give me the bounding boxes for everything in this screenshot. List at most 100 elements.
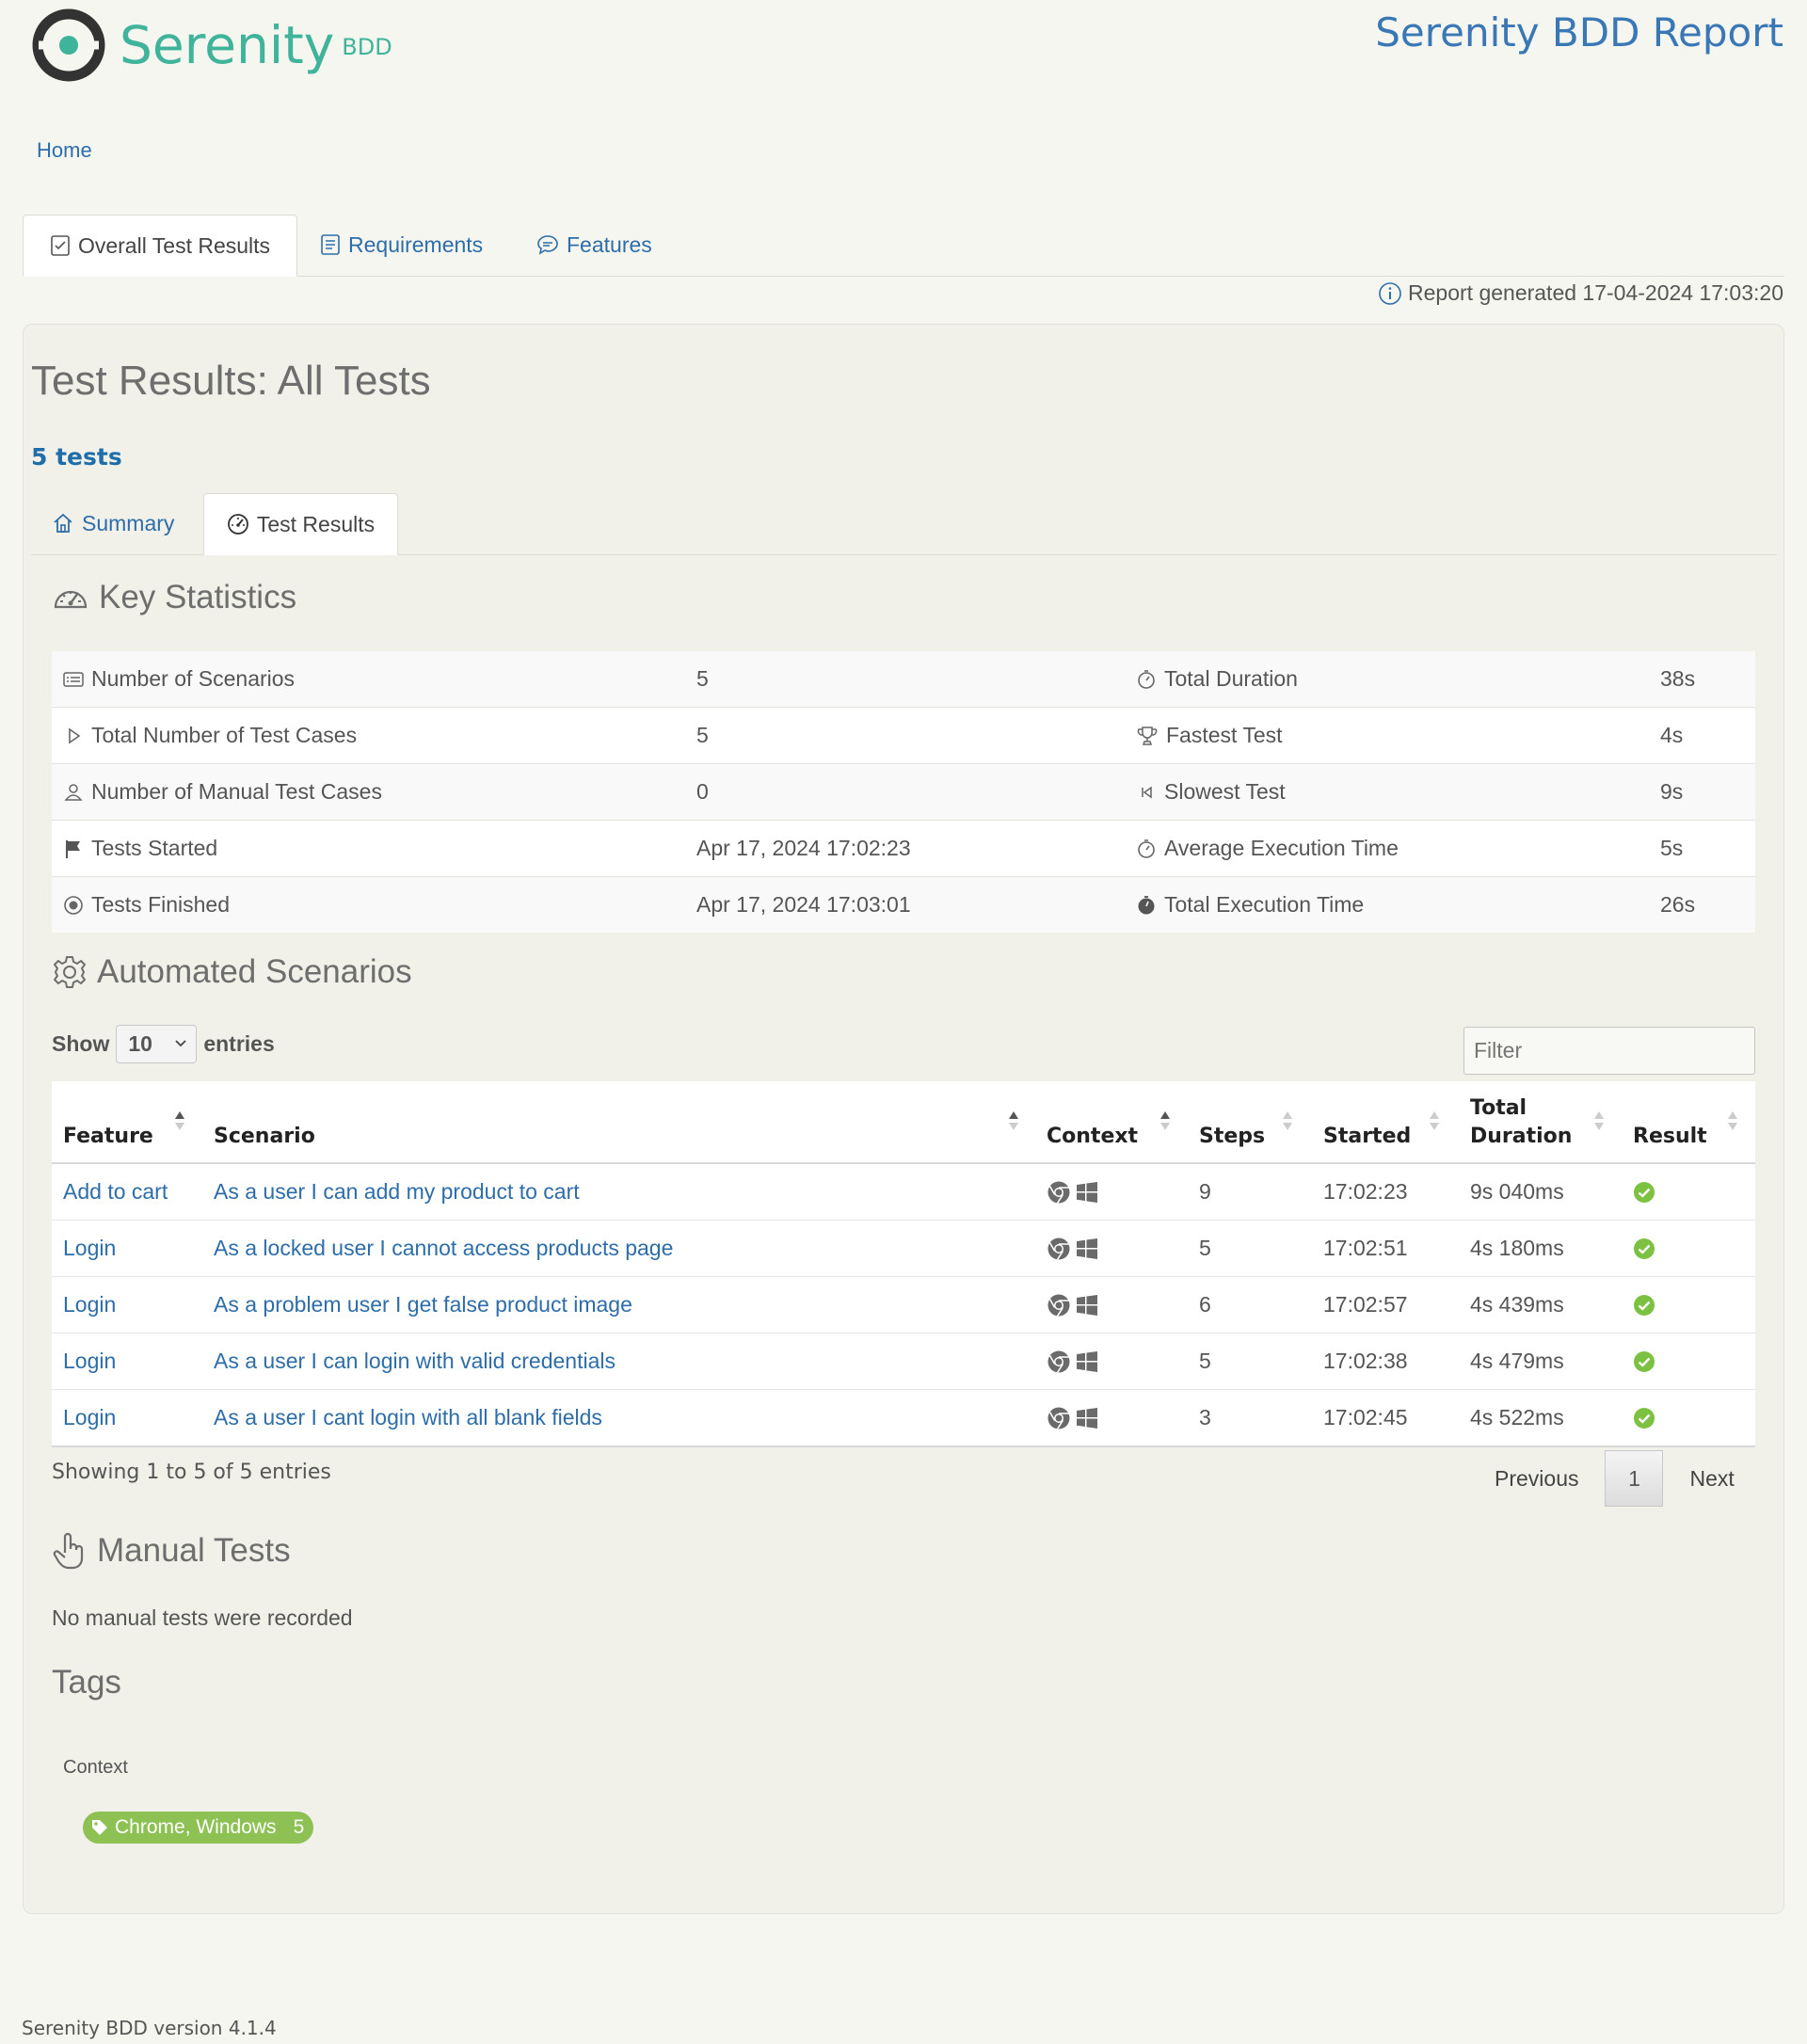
scenario-link[interactable]: As a locked user I cannot access product…: [214, 1221, 673, 1276]
stat-value: 5: [696, 666, 709, 691]
scenario-link[interactable]: As a user I can login with valid credent…: [214, 1333, 616, 1389]
stat-label-cell: Number of Manual Test Cases: [63, 764, 382, 820]
stat-label-cell: Number of Scenarios: [63, 651, 295, 707]
stat-row: Tests Finished Apr 17, 2024 17:03:01 Tot…: [52, 877, 1755, 933]
stat-row: Number of Manual Test Cases 0 Slowest Te…: [52, 764, 1755, 821]
table-row: Add to cart As a user I can add my produ…: [52, 1164, 1755, 1221]
logo-sub: BDD: [342, 34, 392, 60]
sort-icon[interactable]: [1727, 1110, 1738, 1132]
windows-icon: [1077, 1407, 1097, 1429]
started-cell: 17:02:38: [1323, 1349, 1408, 1373]
skip-back-icon: [1142, 786, 1152, 798]
tag-icon: [92, 1820, 107, 1835]
sort-icon[interactable]: [1282, 1110, 1293, 1132]
sort-icon[interactable]: [174, 1110, 185, 1132]
serenity-logo: Serenity BDD: [31, 8, 392, 83]
tab-overall-test-results[interactable]: Overall Test Results: [23, 215, 297, 277]
chrome-icon: [1047, 1238, 1070, 1260]
tab-summary[interactable]: Summary: [52, 493, 174, 553]
manual-tests-message: No manual tests were recorded: [52, 1605, 353, 1630]
table-row: Login As a locked user I cannot access p…: [52, 1221, 1755, 1277]
checklist-icon: [51, 235, 70, 256]
windows-icon: [1077, 1294, 1097, 1316]
sort-icon[interactable]: [1159, 1110, 1171, 1132]
stopwatch-icon: [1138, 669, 1155, 689]
duration-cell: 4s 180ms: [1470, 1236, 1564, 1260]
tag-label: Chrome, Windows: [115, 1816, 277, 1838]
feature-link[interactable]: Login: [63, 1390, 116, 1445]
entries-label: entries: [203, 1031, 275, 1056]
stat-label: Total Duration: [1164, 666, 1298, 691]
feature-link[interactable]: Add to cart: [63, 1164, 168, 1220]
col-context[interactable]: Context: [1047, 1123, 1138, 1151]
col-total-duration[interactable]: Total Duration: [1470, 1094, 1572, 1151]
col-total-duration-line2: Duration: [1470, 1125, 1573, 1148]
previous-button[interactable]: Previous: [1468, 1466, 1605, 1492]
stat-value: Apr 17, 2024 17:02:23: [696, 836, 911, 860]
tag-chrome-windows[interactable]: Chrome, Windows 5: [83, 1812, 314, 1844]
duration-cell: 4s 522ms: [1470, 1405, 1564, 1429]
windows-icon: [1077, 1350, 1097, 1372]
stat-label: Tests Finished: [91, 892, 231, 917]
started-cell: 17:02:51: [1323, 1236, 1408, 1260]
tab-test-results[interactable]: Test Results: [203, 493, 398, 555]
tab-features[interactable]: Features: [536, 215, 652, 275]
stat-value: 38s: [1660, 666, 1696, 691]
windows-icon: [1077, 1238, 1097, 1259]
tag-count: 5: [293, 1816, 305, 1838]
stat-label: Tests Started: [91, 836, 218, 860]
table-row: Login As a user I can login with valid c…: [52, 1333, 1755, 1390]
duration-cell: 9s 040ms: [1470, 1179, 1564, 1204]
scenarios-table: Feature Scenario Context Steps Started T…: [52, 1081, 1755, 1447]
table-row: Login As a problem user I get false prod…: [52, 1277, 1755, 1333]
gear-icon: [54, 956, 86, 988]
next-button[interactable]: Next: [1663, 1466, 1760, 1492]
scenario-link[interactable]: As a user I cant login with all blank fi…: [214, 1390, 602, 1445]
steps-cell: 9: [1199, 1179, 1211, 1204]
feature-link[interactable]: Login: [63, 1333, 116, 1389]
sort-icon[interactable]: [1593, 1110, 1605, 1132]
col-scenario[interactable]: Scenario: [214, 1123, 315, 1151]
col-started[interactable]: Started: [1323, 1123, 1411, 1151]
document-icon: [321, 234, 340, 255]
page-1-button[interactable]: 1: [1605, 1450, 1664, 1507]
stat-value: 0: [696, 779, 709, 804]
started-cell: 17:02:45: [1323, 1405, 1408, 1429]
check-circle-icon: [1634, 1407, 1655, 1429]
breadcrumb-home[interactable]: Home: [37, 138, 92, 163]
sort-icon[interactable]: [1008, 1110, 1019, 1132]
inner-tabs: Summary Test Results: [31, 493, 1777, 555]
showing-entries-info: Showing 1 to 5 of 5 entries: [52, 1461, 331, 1484]
stat-value: 26s: [1660, 892, 1696, 917]
col-result[interactable]: Result: [1633, 1123, 1707, 1151]
entries-select-value: 10: [128, 1031, 152, 1056]
table-row: Login As a user I cant login with all bl…: [52, 1390, 1755, 1447]
scenario-link[interactable]: As a user I can add my product to cart: [214, 1164, 580, 1220]
col-feature[interactable]: Feature: [63, 1123, 153, 1151]
feature-link[interactable]: Login: [63, 1221, 116, 1276]
check-circle-icon: [1634, 1294, 1655, 1316]
tab-requirements[interactable]: Requirements: [320, 215, 483, 275]
entries-select[interactable]: 10: [116, 1025, 198, 1063]
windows-icon: [1077, 1181, 1097, 1203]
automated-scenarios-label: Automated Scenarios: [97, 953, 412, 990]
check-circle-icon: [1634, 1181, 1655, 1203]
col-steps[interactable]: Steps: [1199, 1123, 1265, 1151]
table-header: Feature Scenario Context Steps Started T…: [52, 1081, 1755, 1164]
tab-requirements-label: Requirements: [348, 232, 484, 257]
manual-tests-title: Manual Tests: [52, 1532, 291, 1570]
feature-link[interactable]: Login: [63, 1277, 116, 1333]
filter-input[interactable]: [1463, 1027, 1755, 1075]
result-cell: [1633, 1221, 1655, 1276]
tests-count: 5 tests: [31, 443, 122, 471]
context-label: Context: [63, 1757, 128, 1778]
stat-row: Total Number of Test Cases 5 Fastest Tes…: [52, 708, 1755, 764]
pagination: Previous 1 Next: [1468, 1449, 1761, 1508]
stat-label-cell: Tests Finished: [63, 877, 230, 933]
stat-label-cell: Slowest Test: [1136, 764, 1286, 820]
context-cell: [1047, 1221, 1099, 1276]
sort-icon[interactable]: [1429, 1110, 1440, 1132]
logo-text: Serenity: [120, 15, 335, 75]
chevron-down-icon: [175, 1040, 186, 1047]
scenario-link[interactable]: As a problem user I get false product im…: [214, 1277, 632, 1333]
